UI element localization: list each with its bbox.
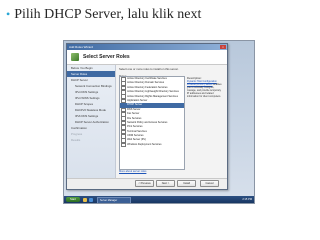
install-button[interactable]: Install [177,180,196,187]
start-button[interactable]: Start [66,197,80,202]
previous-button[interactable]: < Previous [135,180,154,187]
bullet-icon: • [6,7,11,21]
next-button[interactable]: Next > [156,180,175,187]
wizard-window-title: Add Roles Wizard [69,45,94,49]
wizard-step-list: Before You Begin Server Roles DHCP Server N… [67,65,116,179]
roles-list[interactable]: Active Directory Certificate Services Act… [119,76,185,170]
wizard-step: Results [71,138,81,142]
slide-caption: • Pilih DHCP Server, lalu klik next [6,7,201,23]
screenshot-frame: Add Roles Wizard × Select Server Roles B… [63,40,255,204]
description-body: Dynamic Host Configuration Protocol (DHC… [187,80,223,98]
cancel-button[interactable]: Cancel [200,180,219,187]
more-about-roles-link[interactable]: More about server roles [119,170,146,173]
wizard-footer: < Previous Next > Install Cancel [67,178,227,189]
add-roles-wizard: Add Roles Wizard × Select Server Roles B… [66,43,228,190]
server-roles-icon [71,53,79,61]
taskbar: Start Server Manager 2:15 PM [64,196,254,203]
explorer-icon[interactable] [83,197,87,202]
instruction-text: Select one or more roles to install on t… [119,67,179,71]
wizard-main-panel: Select one or more roles to install on t… [119,67,223,177]
taskbar-item-server-manager[interactable]: Server Manager [97,197,131,203]
clock: 2:15 PM [242,198,252,201]
close-icon[interactable]: × [220,45,226,49]
caption-text: Pilih DHCP Server, lalu klik next [14,7,202,22]
role-checkbox[interactable] [121,142,126,148]
wizard-header: Select Server Roles [67,50,227,65]
powershell-icon[interactable] [89,197,93,202]
role-label: Windows Deployment Services [127,142,162,146]
page-title: Select Server Roles [83,54,130,60]
role-list-item[interactable]: Windows Deployment Services [120,142,184,148]
description-text: enables you to centrally configure, mana… [187,83,222,98]
